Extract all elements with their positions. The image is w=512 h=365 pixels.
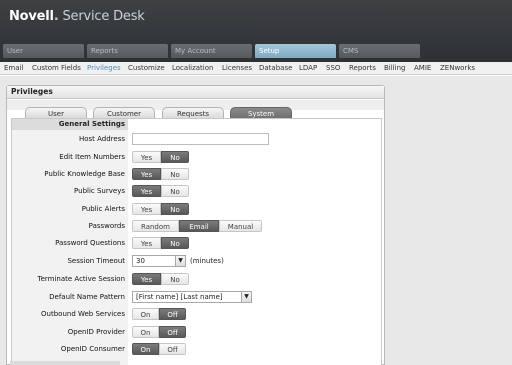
outbound-ws-label: Outbound Web Services [41, 310, 125, 318]
terminate-active-toggle: Yes No [132, 273, 189, 285]
row-public-surveys: Public Surveys Yes No [12, 183, 383, 199]
product-name: Service Desk [58, 9, 145, 24]
terminate-active-yes[interactable]: Yes [132, 273, 161, 285]
session-timeout-select[interactable]: 30 ▼ [132, 255, 186, 267]
next-section-strip [10, 361, 120, 365]
session-timeout-unit: (minutes) [190, 257, 224, 265]
openid-provider-on[interactable]: On [132, 326, 159, 338]
subnav-database[interactable]: Database [259, 63, 292, 74]
default-name-pattern-value: [First name] [Last name] [136, 293, 223, 301]
chevron-down-icon: ▼ [241, 292, 251, 302]
setup-subnav: Email Custom Fields Privileges Customize… [0, 62, 512, 75]
subnav-sso[interactable]: SSO [326, 63, 340, 74]
public-surveys-yes[interactable]: Yes [132, 185, 161, 197]
brand-name: Novell [9, 9, 54, 24]
passwords-email[interactable]: Email [179, 220, 219, 232]
public-kb-no[interactable]: No [161, 168, 189, 180]
openid-provider-off[interactable]: Off [159, 326, 186, 338]
row-session-timeout: Session Timeout 30 ▼ (minutes) [12, 253, 383, 269]
terminate-active-no[interactable]: No [161, 273, 189, 285]
passwords-manual[interactable]: Manual [219, 220, 262, 232]
row-outbound-web-services: Outbound Web Services On Off [12, 306, 383, 322]
subnav-ldap[interactable]: LDAP [299, 63, 317, 74]
openid-provider-label: OpenID Provider [67, 328, 125, 336]
passwords-toggle: Random Email Manual [132, 220, 262, 232]
password-questions-yes[interactable]: Yes [132, 237, 161, 249]
openid-consumer-toggle: On Off [132, 343, 186, 355]
default-name-pattern-select[interactable]: [First name] [Last name] ▼ [132, 291, 252, 303]
edit-item-numbers-toggle: Yes No [132, 151, 189, 163]
section-header: General Settings [12, 119, 128, 130]
row-edit-item-numbers: Edit Item Numbers Yes No [12, 149, 383, 165]
privileges-panel: Privileges User Customer Requests System… [6, 85, 385, 365]
session-timeout-label: Session Timeout [67, 257, 125, 265]
row-terminate-active-session: Terminate Active Session Yes No [12, 271, 383, 287]
public-alerts-yes[interactable]: Yes [132, 203, 161, 215]
password-questions-toggle: Yes No [132, 237, 189, 249]
tab-cms[interactable]: CMS [339, 44, 420, 58]
edit-item-numbers-label: Edit Item Numbers [59, 153, 125, 161]
host-address-label: Host Address [78, 135, 125, 143]
public-surveys-toggle: Yes No [132, 185, 189, 197]
public-alerts-toggle: Yes No [132, 203, 189, 215]
row-openid-consumer: OpenID Consumer On Off [12, 341, 383, 357]
row-password-questions: Password Questions Yes No [12, 235, 383, 251]
app-header: Novell. Service Desk User Reports My Acc… [0, 0, 512, 62]
subnav-billing[interactable]: Billing [384, 63, 405, 74]
password-questions-label: Password Questions [55, 239, 125, 247]
terminate-active-label: Terminate Active Session [37, 275, 126, 283]
edit-item-numbers-yes[interactable]: Yes [132, 151, 161, 163]
subnav-reports[interactable]: Reports [349, 63, 376, 74]
openid-consumer-on[interactable]: On [132, 343, 159, 355]
password-questions-no[interactable]: No [161, 237, 189, 249]
openid-consumer-label: OpenID Consumer [60, 345, 125, 353]
row-public-alerts: Public Alerts Yes No [12, 201, 383, 217]
edit-item-numbers-no[interactable]: No [161, 151, 189, 163]
panel-title: Privileges [7, 86, 384, 99]
public-kb-label: Public Knowledge Base [44, 170, 125, 178]
outbound-ws-on[interactable]: On [132, 308, 159, 320]
row-passwords: Passwords Random Email Manual [12, 218, 383, 234]
host-address-input[interactable] [132, 133, 269, 145]
subnav-custom-fields[interactable]: Custom Fields [32, 63, 81, 74]
session-timeout-value: 30 [136, 257, 145, 265]
default-name-pattern-label: Default Name Pattern [49, 293, 125, 301]
public-alerts-label: Public Alerts [81, 205, 125, 213]
subnav-amie[interactable]: AMIE [414, 63, 431, 74]
openid-provider-toggle: On Off [132, 326, 186, 338]
tab-setup[interactable]: Setup [255, 44, 336, 58]
public-kb-toggle: Yes No [132, 168, 189, 180]
public-kb-yes[interactable]: Yes [132, 168, 161, 180]
tab-user[interactable]: User [3, 44, 84, 58]
outbound-ws-off[interactable]: Off [159, 308, 186, 320]
openid-consumer-off[interactable]: Off [159, 343, 186, 355]
subnav-zenworks[interactable]: ZENworks [440, 63, 475, 74]
public-surveys-no[interactable]: No [161, 185, 189, 197]
passwords-label: Passwords [88, 222, 125, 230]
row-openid-provider: OpenID Provider On Off [12, 324, 383, 340]
subnav-email[interactable]: Email [4, 63, 23, 74]
chevron-down-icon: ▼ [175, 256, 185, 266]
outbound-ws-toggle: On Off [132, 308, 186, 320]
public-alerts-no[interactable]: No [161, 203, 189, 215]
subnav-customize[interactable]: Customize [128, 63, 165, 74]
subnav-localization[interactable]: Localization [172, 63, 213, 74]
subnav-privileges[interactable]: Privileges [87, 63, 121, 74]
settings-form: General Settings Host Address Edit Item … [11, 118, 382, 365]
row-public-kb: Public Knowledge Base Yes No [12, 166, 383, 182]
tab-reports[interactable]: Reports [87, 44, 168, 58]
public-surveys-label: Public Surveys [74, 187, 125, 195]
row-host-address: Host Address [12, 131, 383, 147]
tab-my-account[interactable]: My Account [171, 44, 252, 58]
subnav-licenses[interactable]: Licenses [222, 63, 252, 74]
row-default-name-pattern: Default Name Pattern [First name] [Last … [12, 289, 383, 305]
app-logo: Novell. Service Desk [9, 9, 145, 24]
passwords-random[interactable]: Random [132, 220, 179, 232]
